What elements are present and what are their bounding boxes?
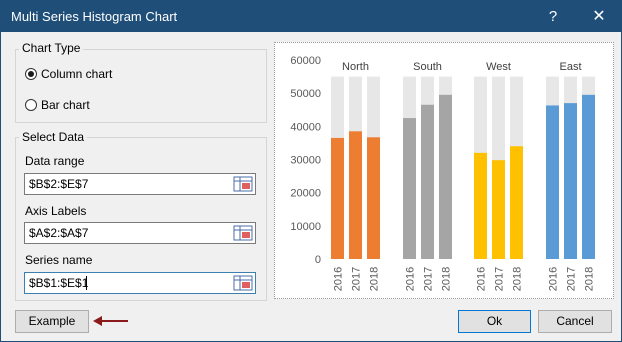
south-bar-2016 [403, 118, 416, 260]
x-tick-label: 2017 [423, 267, 435, 291]
west-bar-2018 [510, 146, 523, 259]
column-chart-label[interactable]: Column chart [41, 67, 112, 81]
window-title: Multi Series Histogram Chart [11, 9, 178, 24]
x-tick-label: 2018 [369, 267, 381, 291]
chart-preview: 0 10000 20000 30000 40000 50000 60000 2016 2017 2… [274, 42, 614, 299]
y-tick-label: 60000 [290, 55, 321, 67]
south-bar-2017 [421, 104, 434, 260]
north-bar-2018 [367, 137, 380, 259]
south-bar-2018 [439, 94, 452, 259]
y-tick-label: 20000 [290, 188, 321, 200]
bar-chart-label[interactable]: Bar chart [41, 98, 90, 112]
title-bar: Multi Series Histogram Chart ? ✕ [1, 1, 621, 32]
cancel-button[interactable]: Cancel [538, 310, 612, 333]
example-button[interactable]: Example [15, 310, 89, 333]
range-select-icon[interactable] [233, 176, 253, 192]
range-select-icon[interactable] [233, 275, 253, 291]
x-tick-label: 2017 [566, 267, 578, 291]
x-tick-label: 2017 [351, 267, 363, 291]
series-name-value: $B$1:$E$1 [29, 276, 89, 290]
x-tick-label: 2018 [512, 267, 524, 291]
x-tick-label: 2017 [494, 267, 506, 291]
y-tick-label: 30000 [290, 155, 321, 167]
x-tick-label: 2016 [405, 267, 417, 291]
x-tick-label: 2016 [333, 267, 345, 291]
chart-type-group-label: Chart Type [19, 41, 84, 55]
axis-labels-label: Axis Labels [25, 204, 87, 218]
west-bar-2016 [474, 152, 487, 259]
text-caret [86, 276, 87, 290]
axis-labels-value: $A$2:$A$7 [29, 226, 89, 240]
close-button[interactable]: ✕ [581, 1, 617, 32]
series-label-east: East [559, 61, 581, 73]
range-select-icon[interactable] [233, 225, 253, 241]
y-tick-label: 10000 [290, 221, 321, 233]
x-tick-label: 2016 [476, 267, 488, 291]
x-tick-label: 2016 [548, 267, 560, 291]
x-tick-label: 2018 [584, 267, 596, 291]
east-bar-2017 [564, 103, 577, 259]
west-bar-2017 [492, 160, 505, 259]
north-bar-2017 [349, 131, 362, 259]
column-chart-radio[interactable] [25, 68, 37, 80]
y-tick-label: 50000 [290, 88, 321, 100]
histogram-chart: 0 10000 20000 30000 40000 50000 60000 2016 2017 2… [290, 55, 596, 291]
select-data-group-label: Select Data [19, 130, 88, 144]
left-arrow-icon [93, 316, 128, 326]
series-label-south: South [413, 61, 442, 73]
y-tick-label: 40000 [290, 121, 321, 133]
data-range-value: $B$2:$E$7 [29, 177, 89, 191]
dialog-window: Multi Series Histogram Chart ? ✕ Chart T… [0, 0, 622, 342]
north-bar-2016 [331, 137, 344, 259]
series-label-west: West [486, 61, 511, 73]
east-bar-2016 [546, 105, 559, 260]
help-button[interactable]: ? [535, 1, 571, 32]
series-name-field[interactable]: $B$1:$E$1 [24, 272, 256, 294]
ok-button[interactable]: Ok [458, 310, 531, 333]
data-range-field[interactable]: $B$2:$E$7 [24, 173, 256, 195]
axis-labels-field[interactable]: $A$2:$A$7 [24, 222, 256, 244]
data-range-label: Data range [25, 154, 85, 168]
x-tick-label: 2018 [441, 267, 453, 291]
y-tick-label: 0 [315, 254, 321, 266]
series-label-north: North [342, 61, 369, 73]
east-bar-2018 [582, 94, 595, 259]
series-name-label: Series name [25, 253, 93, 267]
bar-chart-radio[interactable] [25, 99, 37, 111]
